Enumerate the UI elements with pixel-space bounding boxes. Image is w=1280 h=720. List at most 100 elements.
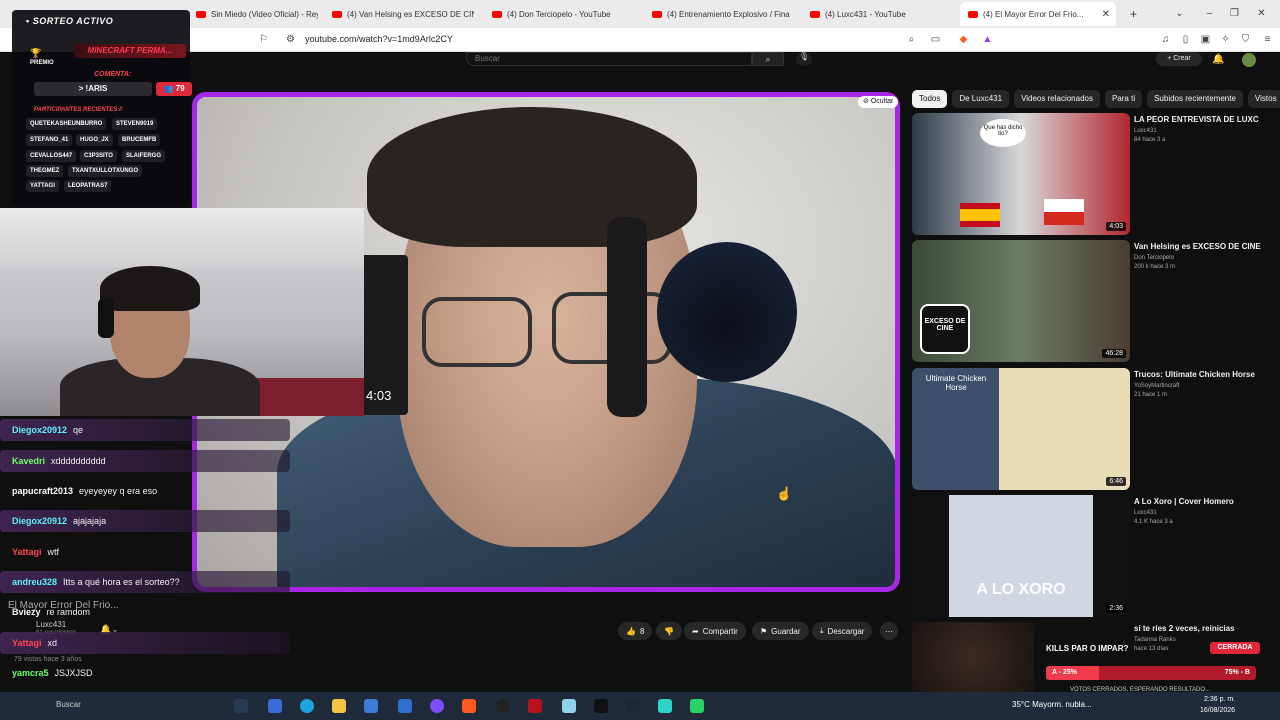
mic-icon[interactable]: 🎙 <box>796 52 812 66</box>
chevron-down-icon[interactable]: ⌄ <box>1174 8 1185 19</box>
cast-icon[interactable]: ▭ <box>930 34 941 45</box>
chip-watched[interactable]: Vistos <box>1247 90 1280 108</box>
video-duration: 46:28 <box>1102 349 1126 358</box>
video-duration: 2:36 <box>1106 604 1126 613</box>
chip-all[interactable]: Todos <box>912 90 948 108</box>
notifications-icon[interactable]: 🔔 <box>1212 54 1224 65</box>
chat-message: papucraft2013 eyeyeyey q era eso <box>0 480 290 502</box>
recommendation-item[interactable]: Ultimate Chicken Horse 6:46 Trucos: Ulti… <box>912 368 1272 490</box>
whatsapp-icon[interactable] <box>690 699 704 713</box>
chip-recent[interactable]: Subidos recientemente <box>1147 90 1243 108</box>
video-meta: 4.1 K hace 3 a <box>1134 519 1173 525</box>
chile-flag-icon <box>1044 199 1084 225</box>
clock-date[interactable]: 16/08/2026 <box>1200 707 1235 714</box>
new-tab-button[interactable]: + <box>1122 2 1140 26</box>
chat-message: Diegox20912 qe <box>0 419 290 441</box>
file-explorer-icon[interactable] <box>332 699 346 713</box>
participant-name: C3P3SITO <box>80 150 117 162</box>
close-window-icon[interactable]: ✕ <box>1256 8 1267 19</box>
url-field[interactable]: youtube.com/watch?v=1md9Arlc2CY <box>305 34 453 44</box>
browser-tab[interactable]: (4) Van Helsing es EXCESO DE CINE <box>324 2 474 26</box>
chat-message: andreu328 Itts a qué hora es el sorteo?? <box>0 571 290 593</box>
video-thumbnail: Que has dicho tio? <box>912 113 1130 235</box>
video-title: LA PEOR ENTREVISTA DE LUXC <box>1134 115 1259 124</box>
participant-name: BRUCEMFB <box>118 134 161 146</box>
close-tab-icon[interactable]: ✕ <box>1102 9 1110 20</box>
steam-icon[interactable] <box>626 699 640 713</box>
recommendation-item[interactable]: EXCESO DE CINE 46:28 Van Helsing es EXCE… <box>912 240 1272 362</box>
download-button[interactable]: ⤓ Descargar <box>812 622 873 640</box>
poll-option-b: 75% - B <box>1224 669 1250 676</box>
brave-rewards-icon[interactable]: ▲ <box>982 34 993 45</box>
poll-result-bar: A - 25% 75% - B <box>1046 666 1256 680</box>
search-input[interactable]: Buscar <box>466 52 752 66</box>
zoom-icon[interactable]: ⌕ <box>906 34 917 45</box>
poll-status-badge: CERRADA <box>1210 642 1260 654</box>
notes-icon[interactable] <box>562 699 576 713</box>
browser-tab[interactable]: Sin Miedo (Video Oficial) - Reyk <box>188 2 318 26</box>
site-settings-icon[interactable]: ⚙ <box>285 34 296 45</box>
recommendation-item[interactable]: Que has dicho tio? 4:03 LA PEOR ENTREVIS… <box>912 113 1272 235</box>
hide-button[interactable]: ⊘ Ocultar <box>858 96 899 108</box>
chat-text: Itts a qué hora es el sorteo?? <box>63 577 180 587</box>
vpn-icon[interactable]: ⛉ <box>1240 34 1251 45</box>
sidebar-icon[interactable]: ▯ <box>1180 34 1191 45</box>
participant-name: THEGMEZ <box>26 165 64 177</box>
media-icon[interactable]: ♫ <box>1160 34 1171 45</box>
chat-username: Diegox20912 <box>12 516 68 526</box>
chip-related[interactable]: Videos relacionados <box>1014 90 1100 108</box>
video-meta: 21 hace 1 m <box>1134 392 1168 398</box>
app-icon[interactable] <box>430 699 444 713</box>
bookmark-icon[interactable]: ⚐ <box>258 34 269 45</box>
video-subject-hair <box>367 107 697 247</box>
glasses-left-lens <box>422 297 532 367</box>
video-duration: 4:03 <box>1106 222 1126 231</box>
epic-games-icon[interactable] <box>594 699 608 713</box>
weather-widget[interactable]: 35°C Mayorm. nubla... <box>1012 700 1092 709</box>
voicemeeter-icon[interactable] <box>528 699 542 713</box>
like-button[interactable]: 👍 8 <box>618 622 653 640</box>
brave-shield-icon[interactable]: ◆ <box>958 34 969 45</box>
chip-for-you[interactable]: Para ti <box>1104 90 1143 108</box>
chat-username: Bviezy <box>12 607 41 617</box>
more-actions-button[interactable]: ⋯ <box>880 622 898 640</box>
save-button[interactable]: ⚑ Guardar <box>752 622 809 640</box>
copilot-icon[interactable] <box>268 699 282 713</box>
participant-name: CEVALLOS447 <box>26 150 77 162</box>
obs-icon[interactable] <box>496 699 510 713</box>
recommendation-item[interactable]: A LO XORO 2:36 A Lo Xoro | Cover Homero … <box>912 495 1272 617</box>
participant-name: TXANTXULLOTXUNGO <box>68 165 142 177</box>
store-icon[interactable] <box>364 699 378 713</box>
channel-name: Don Terciopelo <box>1134 255 1174 261</box>
browser-tab[interactable]: (4) Don Terciopelo - YouTube <box>484 2 634 26</box>
ai-icon[interactable]: ✧ <box>1220 34 1231 45</box>
brave-icon[interactable] <box>462 699 476 713</box>
wallet-icon[interactable]: ▣ <box>1200 34 1211 45</box>
giveaway-panel: ▪ SORTEO ACTIVO 🏆 PREMIO MINECRAFT PERMA… <box>12 10 192 205</box>
avatar[interactable] <box>1242 53 1256 67</box>
dislike-button[interactable]: 👎 <box>656 622 682 640</box>
task-view-icon[interactable] <box>234 699 248 713</box>
thumbs-up-icon: 👍 <box>626 626 636 636</box>
app-icon-2[interactable] <box>658 699 672 713</box>
browser-tab[interactable]: (4) Entrenamiento Explosivo / Fina <box>644 2 794 26</box>
edge-icon[interactable] <box>300 699 314 713</box>
menu-icon[interactable]: ≡ <box>1262 34 1273 45</box>
search-icon[interactable]: ⌕ <box>752 52 784 66</box>
browser-tab[interactable]: (4) Luxc431 - YouTube <box>802 2 952 26</box>
browser-tab-active[interactable]: (4) El Mayor Error Del Frio... ✕ <box>960 2 1116 26</box>
share-button[interactable]: ➦ Compartir <box>684 622 746 640</box>
save-icon: ⚑ <box>760 626 768 636</box>
video-thumbnail: Ultimate Chicken Horse <box>912 368 1130 490</box>
video-thumbnail: A LO XORO <box>912 495 1130 617</box>
taskbar-search[interactable]: Buscar <box>56 700 81 709</box>
maximize-icon[interactable]: ❐ <box>1229 8 1240 19</box>
participant-name: STEFANO_41 <box>26 134 73 146</box>
clock-time[interactable]: 2:36 p. m. <box>1204 696 1235 703</box>
chip-channel[interactable]: De Luxc431 <box>952 90 1010 108</box>
minimize-icon[interactable]: – <box>1204 8 1215 19</box>
participant-name: STEVEN9019 <box>112 118 158 130</box>
chat-message: yamcra5 JSJXJSD <box>0 662 290 684</box>
outlook-icon[interactable] <box>398 699 412 713</box>
create-button[interactable]: + Crear <box>1156 52 1202 66</box>
